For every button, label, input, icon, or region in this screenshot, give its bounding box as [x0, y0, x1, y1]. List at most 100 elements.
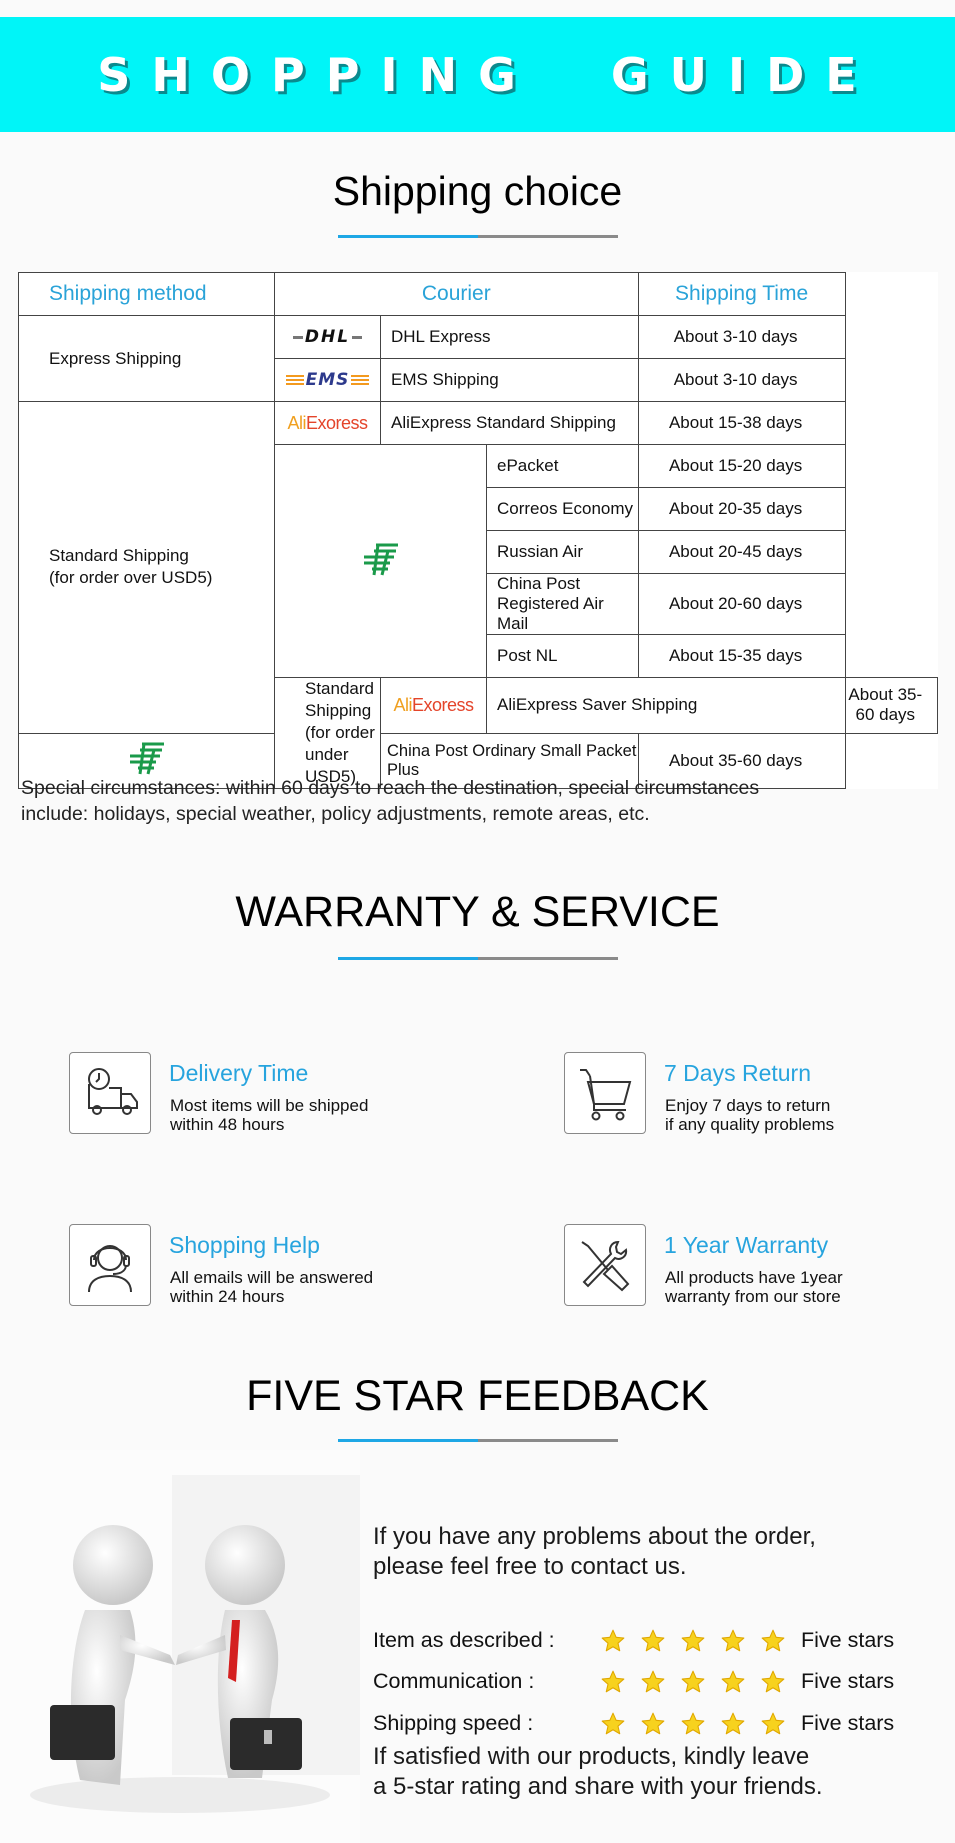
shopping-guide-banner: SHOPPING GUIDE: [0, 17, 955, 132]
shipping-choice-title: Shipping choice: [332, 168, 623, 214]
title-divider: [338, 1439, 618, 1442]
shipping-time: About 3-10 days: [637, 358, 846, 402]
china-post-logo-icon: [363, 543, 398, 575]
shipping-time: About 3-10 days: [637, 315, 846, 359]
star-icon: [641, 1712, 665, 1735]
feedback-intro: If you have any problems about the order…: [373, 1523, 816, 1580]
feedback-outro: If satisfied with our products, kindly l…: [373, 1743, 823, 1800]
star-icon: [721, 1670, 745, 1693]
courier-name: Correos Economy: [486, 487, 639, 531]
rating-label: Shipping speed :: [373, 1711, 534, 1735]
star-icon: [761, 1670, 785, 1693]
courier-name: Russian Air: [486, 530, 639, 574]
warranty-service-title: WARRANTY & SERVICE: [235, 888, 720, 936]
shipping-time: About 15-38 days: [637, 401, 846, 445]
shipping-time: About 20-45 days: [637, 530, 846, 574]
star-icon: [761, 1629, 785, 1652]
warranty-item-desc: Most items will be shipped within 48 hou…: [170, 1096, 369, 1134]
method-standard-under: Standard Shipping (for order under USD5): [274, 677, 381, 789]
dhl-logo: DHL: [274, 315, 381, 359]
warranty-item-desc: All emails will be answered within 24 ho…: [170, 1268, 374, 1306]
aliexpress-logo: AliExoress: [274, 401, 381, 445]
warranty-item-return: 7 Days Return Enjoy 7 days to return if …: [564, 1052, 955, 1136]
courier-name: AliExpress Saver Shipping: [486, 677, 846, 734]
method-express: Express Shipping: [18, 315, 275, 402]
star-icon: [681, 1712, 705, 1735]
rating-label: Communication :: [373, 1669, 535, 1693]
shopping-guide-page: SHOPPING GUIDE Shipping choice Shipping …: [0, 0, 955, 1843]
rating-row-shipping-speed: Shipping speed : Five stars: [373, 1711, 943, 1741]
special-circumstances-note: Special circumstances: within 60 days to…: [21, 775, 941, 827]
star-rating: [600, 1711, 786, 1737]
delivery-truck-clock-icon: [69, 1052, 151, 1134]
shipping-time: About 15-35 days: [637, 634, 846, 678]
shipping-time: About 20-60 days: [637, 573, 846, 635]
rating-value: Five stars: [801, 1711, 895, 1735]
shopping-cart-icon: [564, 1052, 646, 1134]
warranty-item-desc: All products have 1year warranty from ou…: [665, 1268, 843, 1306]
star-rating: [600, 1628, 786, 1654]
rating-row-communication: Communication : Five stars: [373, 1669, 943, 1699]
title-divider: [338, 957, 618, 960]
star-icon: [681, 1670, 705, 1693]
rating-row-item-described: Item as described : Five stars: [373, 1628, 943, 1658]
warranty-item-warranty: 1 Year Warranty All products have 1year …: [564, 1224, 955, 1308]
headset-support-icon: [69, 1224, 151, 1306]
star-rating: [600, 1669, 786, 1695]
note-line: include: holidays, special weather, poli…: [21, 803, 650, 825]
courier-name: Post NL: [486, 634, 639, 678]
shipping-time: About 15-20 days: [637, 444, 846, 488]
warranty-item-title: 1 Year Warranty: [664, 1232, 829, 1258]
header-courier: Courier: [274, 272, 639, 316]
method-sublabel: (for order over USD5): [49, 568, 213, 588]
star-icon: [721, 1712, 745, 1735]
shipping-table: Shipping method Courier Shipping Time Ex…: [18, 272, 939, 789]
warranty-item-title: Shopping Help: [169, 1232, 320, 1258]
five-star-feedback-title: FIVE STAR FEEDBACK: [246, 1372, 709, 1420]
warranty-item-help: Shopping Help All emails will be answere…: [69, 1224, 469, 1308]
warranty-item-desc: Enjoy 7 days to return if any quality pr…: [665, 1096, 835, 1134]
header-shipping-time: Shipping Time: [637, 272, 846, 316]
star-icon: [641, 1670, 665, 1693]
rating-label: Item as described :: [373, 1628, 555, 1652]
star-icon: [601, 1670, 625, 1693]
method-label: Standard Shipping: [49, 546, 189, 566]
china-post-logo: [274, 444, 487, 678]
rating-value: Five stars: [801, 1669, 895, 1693]
method-label: Standard Shipping: [305, 679, 374, 720]
courier-name: AliExpress Standard Shipping: [380, 401, 639, 445]
star-icon: [601, 1712, 625, 1735]
header-shipping-method: Shipping method: [18, 272, 275, 316]
aliexpress-logo-icon: AliExoress: [393, 694, 474, 715]
method-standard-over: Standard Shipping (for order over USD5): [18, 401, 275, 734]
courier-name: DHL Express: [380, 315, 639, 359]
shipping-time: About 20-35 days: [637, 487, 846, 531]
warranty-item-title: 7 Days Return: [664, 1060, 812, 1086]
star-icon: [681, 1629, 705, 1652]
star-icon: [601, 1629, 625, 1652]
star-icon: [721, 1629, 745, 1652]
star-icon: [761, 1712, 785, 1735]
table-row: Standard Shipping (for order over USD5) …: [18, 401, 938, 734]
warranty-item-title: Delivery Time: [169, 1060, 309, 1086]
courier-name: ePacket: [486, 444, 639, 488]
aliexpress-logo: AliExoress: [380, 677, 487, 734]
tools-wrench-screwdriver-icon: [564, 1224, 646, 1306]
rating-value: Five stars: [801, 1628, 895, 1652]
courier-name: China Post Registered Air Mail: [486, 573, 639, 635]
china-post-logo-icon: [129, 742, 164, 775]
aliexpress-logo-icon: AliExoress: [287, 412, 368, 433]
table-header-row: Shipping method Courier Shipping Time: [18, 272, 938, 316]
star-icon: [641, 1629, 665, 1652]
ems-logo: EMS: [274, 358, 381, 402]
note-line: Special circumstances: within 60 days to…: [21, 777, 760, 799]
handshake-illustration: [0, 1450, 362, 1843]
ems-logo-icon: EMS: [284, 370, 372, 390]
table-row: Express Shipping DHL DHL Express About 3…: [18, 315, 938, 402]
banner-title: SHOPPING GUIDE: [97, 47, 878, 102]
warranty-item-delivery: Delivery Time Most items will be shipped…: [69, 1052, 469, 1136]
title-divider: [338, 235, 618, 238]
dhl-logo-icon: DHL: [291, 327, 364, 347]
shipping-time: About 35-60 days: [844, 677, 939, 734]
courier-name: EMS Shipping: [380, 358, 639, 402]
